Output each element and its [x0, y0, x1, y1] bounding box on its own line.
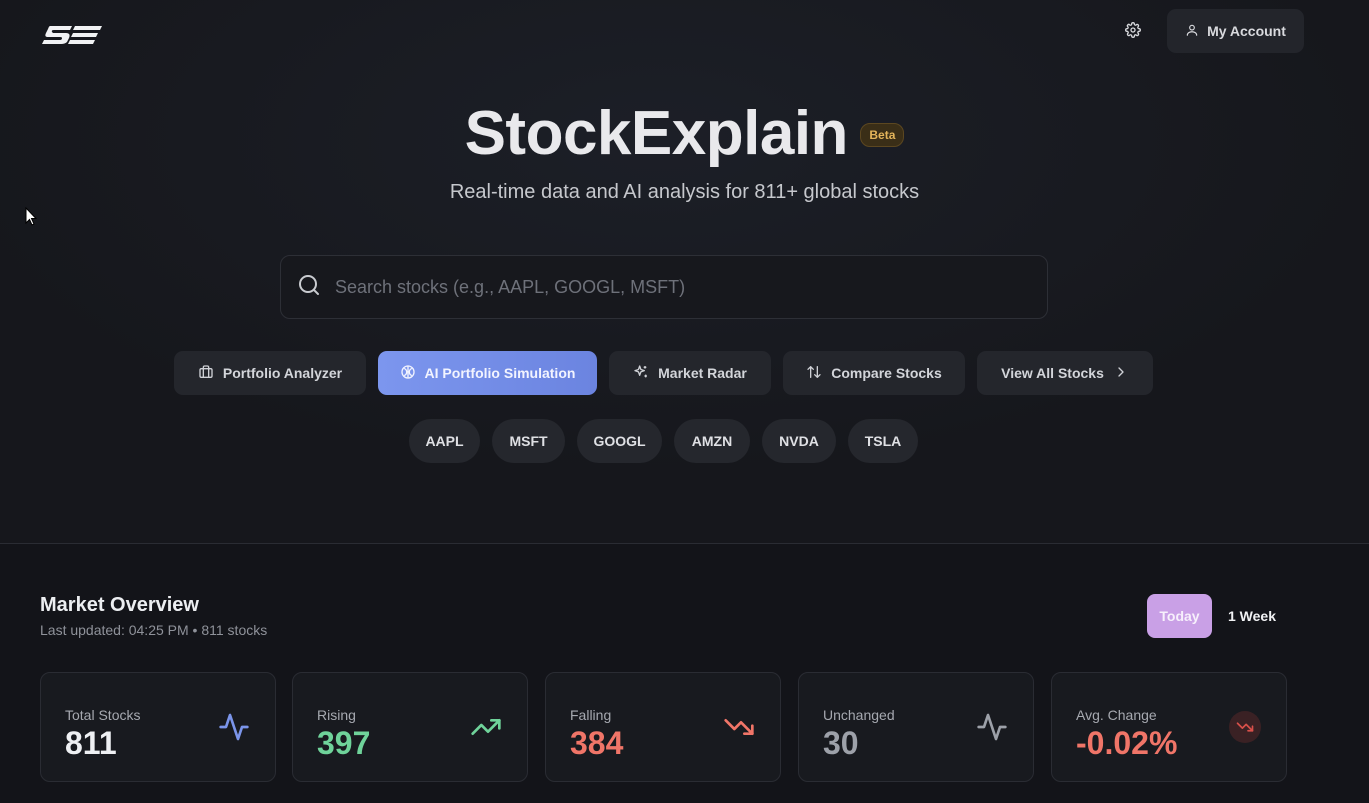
stat-card-total-stocks: Total Stocks 811 [40, 672, 276, 782]
stat-label: Rising [317, 707, 356, 723]
mouse-cursor-icon [25, 206, 38, 226]
arrows-up-down-icon [806, 364, 822, 383]
trending-up-icon [469, 711, 503, 743]
my-account-label: My Account [1207, 23, 1286, 39]
stat-value: 397 [317, 725, 371, 761]
market-radar-button[interactable]: Market Radar [609, 351, 771, 395]
sparkles-icon [633, 364, 649, 383]
se-logo-icon[interactable] [42, 25, 102, 45]
view-all-stocks-button[interactable]: View All Stocks [977, 351, 1153, 395]
last-updated-text: Last updated: 04:25 PM • 811 stocks [40, 622, 268, 638]
stat-label: Unchanged [823, 707, 895, 723]
stat-card-rising: Rising 397 [292, 672, 528, 782]
stat-card-falling: Falling 384 [545, 672, 781, 782]
trending-down-icon [722, 711, 756, 743]
activity-icon [217, 711, 251, 743]
hero-title-row: StockExplain Beta [0, 98, 1369, 169]
stat-value: 30 [823, 725, 859, 761]
view-all-stocks-label: View All Stocks [1001, 365, 1104, 381]
portfolio-analyzer-button[interactable]: Portfolio Analyzer [174, 351, 366, 395]
my-account-button[interactable]: My Account [1167, 9, 1304, 53]
briefcase-icon [198, 364, 214, 383]
stat-value: 384 [570, 725, 624, 761]
stat-card-unchanged: Unchanged 30 [798, 672, 1034, 782]
ticker-chip-tsla[interactable]: TSLA [848, 419, 918, 463]
ticker-chip-msft[interactable]: MSFT [492, 419, 565, 463]
search-bar[interactable] [280, 255, 1048, 319]
chevron-right-icon [1113, 364, 1129, 383]
search-input[interactable] [335, 276, 1047, 298]
beta-badge: Beta [860, 122, 905, 147]
action-buttons-row: Portfolio Analyzer AI Portfolio Simulati… [0, 351, 1369, 395]
period-toggle-1-week[interactable]: 1 Week [1222, 594, 1282, 638]
compare-stocks-label: Compare Stocks [831, 365, 942, 381]
activity-icon [975, 711, 1009, 743]
user-icon [1185, 23, 1199, 40]
stat-value: -0.02% [1076, 725, 1178, 761]
stat-label: Falling [570, 707, 612, 723]
stat-label: Total Stocks [65, 707, 141, 723]
stat-label: Avg. Change [1076, 707, 1157, 723]
ticker-chip-nvda[interactable]: NVDA [762, 419, 836, 463]
ai-portfolio-simulation-button[interactable]: AI Portfolio Simulation [378, 351, 597, 395]
search-icon [297, 273, 321, 302]
ticker-chip-amzn[interactable]: AMZN [674, 419, 750, 463]
trending-down-icon [1228, 711, 1262, 743]
portfolio-analyzer-label: Portfolio Analyzer [222, 365, 343, 381]
hero-subtitle: Real-time data and AI analysis for 811+ … [449, 181, 920, 203]
market-radar-label: Market Radar [658, 365, 747, 381]
stat-card-avg-change: Avg. Change -0.02% [1051, 672, 1287, 782]
market-overview-title: Market Overview [40, 594, 199, 616]
ticker-chip-aapl[interactable]: AAPL [409, 419, 480, 463]
settings-button[interactable] [1118, 17, 1148, 47]
gear-icon [1125, 21, 1141, 43]
brain-icon [400, 364, 416, 383]
stat-value: 811 [65, 725, 117, 761]
app-title: StockExplain [464, 99, 849, 168]
ticker-chip-googl[interactable]: GOOGL [577, 419, 662, 463]
compare-stocks-button[interactable]: Compare Stocks [783, 351, 965, 395]
ai-portfolio-simulation-label: AI Portfolio Simulation [424, 365, 576, 381]
period-toggle-today[interactable]: Today [1147, 594, 1212, 638]
